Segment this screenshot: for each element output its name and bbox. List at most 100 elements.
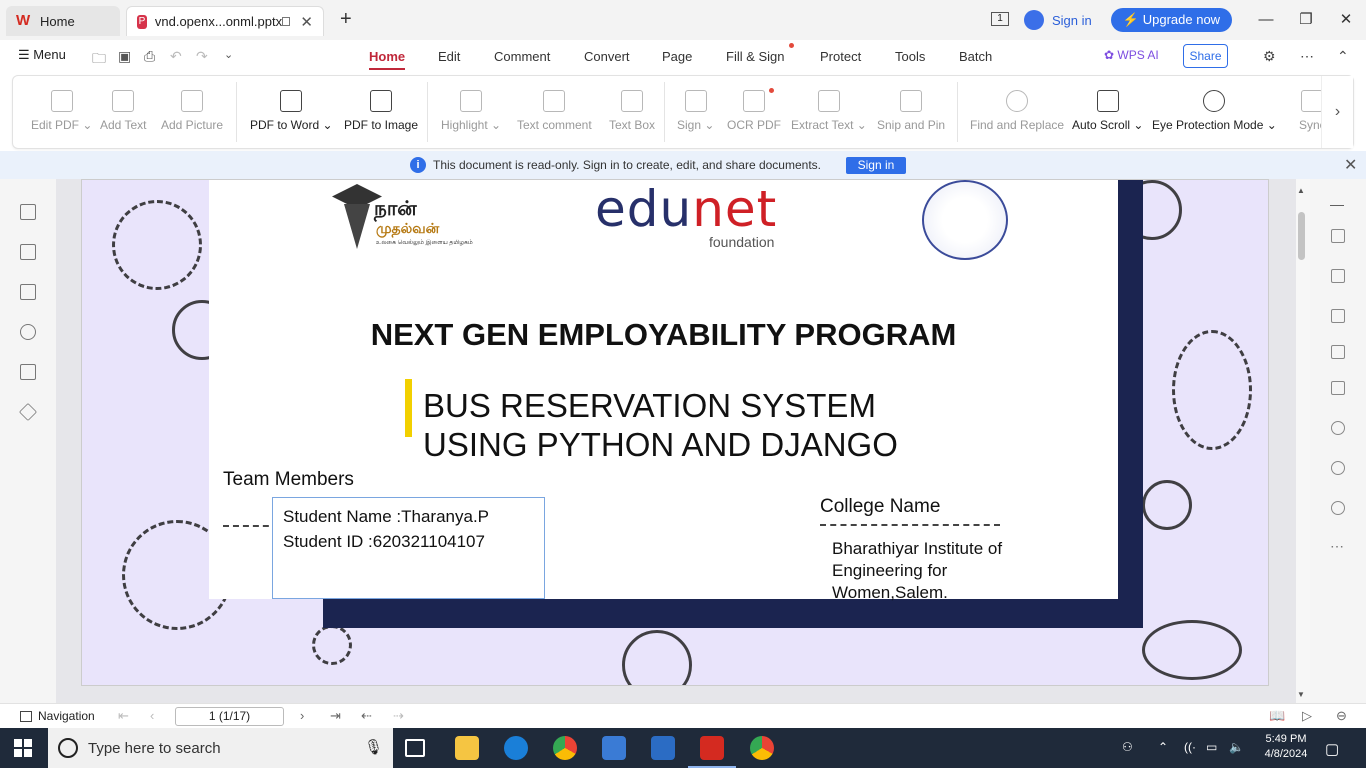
navigation-panel-icon[interactable] <box>20 711 32 722</box>
undo-icon[interactable]: ↶ <box>170 48 182 65</box>
ai-assistant-icon[interactable] <box>1331 501 1345 515</box>
window-count-icon[interactable]: 1 <box>991 12 1009 26</box>
page-number-input[interactable]: 1 (1/17) <box>175 707 284 726</box>
close-window-icon[interactable]: ✕ <box>1323 0 1366 40</box>
share-button[interactable]: Share <box>1183 44 1228 68</box>
save-icon[interactable]: ▣ <box>118 48 131 65</box>
document-icon[interactable] <box>1331 269 1345 283</box>
notifications-icon[interactable]: ▢ <box>1325 740 1339 758</box>
snip-and-pin-button[interactable]: Snip and Pin <box>877 90 945 132</box>
upgrade-button[interactable]: ⚡ Upgrade now <box>1111 8 1232 32</box>
bookmark-icon[interactable] <box>20 204 36 220</box>
first-page-icon[interactable]: ⇤ <box>118 708 129 724</box>
show-hidden-icons-icon[interactable]: ⌃ <box>1158 740 1168 754</box>
close-info-icon[interactable]: ✕ <box>1344 155 1357 175</box>
stamp-icon[interactable] <box>1331 381 1345 395</box>
close-tab-icon[interactable]: ✕ <box>300 13 313 31</box>
columns-icon[interactable] <box>1331 345 1345 359</box>
file-explorer-icon[interactable] <box>455 736 479 760</box>
wps-ai-button[interactable]: ✿ WPS AI <box>1104 48 1159 62</box>
people-icon[interactable]: ⚇ <box>1122 740 1133 754</box>
text-box-button[interactable]: Text Box <box>609 90 655 132</box>
auto-scroll-icon <box>1096 90 1119 112</box>
scroll-down-icon[interactable]: ▼ <box>1297 690 1305 699</box>
microsoft-store-icon[interactable] <box>602 736 626 760</box>
attachment-icon[interactable] <box>20 324 36 340</box>
more-tools-icon[interactable]: ⋯ <box>1330 538 1344 555</box>
ocr-pdf-button[interactable]: OCR PDF <box>727 90 781 132</box>
document-tab[interactable]: P vnd.openx...onml.pptx ✕ <box>126 6 324 36</box>
windows-start-icon[interactable] <box>14 739 32 757</box>
wps-ai-label: WPS AI <box>1117 48 1159 62</box>
edit-icon[interactable] <box>1331 229 1345 243</box>
eye-protection-button[interactable]: Eye Protection Mode ⌄ <box>1152 90 1277 132</box>
chrome-browser-icon[interactable] <box>553 736 577 760</box>
read-mode-icon[interactable]: 📖 <box>1269 708 1285 724</box>
settings-gear-icon[interactable]: ⚙ <box>1263 48 1276 65</box>
open-folder-icon[interactable]: 🗀 <box>92 48 106 72</box>
highlight-button[interactable]: Highlight ⌄ <box>441 90 501 132</box>
sign-in-button[interactable]: Sign in <box>1024 10 1092 30</box>
info-sign-in-button[interactable]: Sign in <box>846 157 906 174</box>
menu-button[interactable]: ☰ Menu <box>18 47 66 63</box>
signature-icon[interactable] <box>20 364 36 380</box>
redo-icon[interactable]: ↷ <box>196 48 208 65</box>
previous-page-icon[interactable]: ‹ <box>150 708 154 723</box>
auto-scroll-button[interactable]: Auto Scroll ⌄ <box>1072 90 1143 132</box>
print-icon[interactable]: ⎙ <box>144 48 155 65</box>
navigation-button[interactable]: Navigation <box>38 709 95 723</box>
thumbnail-icon[interactable] <box>20 244 36 260</box>
next-page-icon[interactable]: › <box>300 708 304 723</box>
pdf-to-image-button[interactable]: PDF to Image <box>344 90 418 132</box>
scrollbar-thumb[interactable] <box>1298 212 1305 260</box>
new-tab-button[interactable]: + <box>340 8 352 31</box>
microphone-icon[interactable]: 🎙 <box>364 738 383 756</box>
battery-icon[interactable]: ▭ <box>1206 740 1217 754</box>
extract-text-button[interactable]: Extract Text ⌄ <box>791 90 867 132</box>
ribbon-scroll-right-icon[interactable]: › <box>1321 76 1353 148</box>
chevron-down-icon[interactable]: ⌄ <box>224 48 233 61</box>
tab-batch[interactable]: Batch <box>959 49 992 64</box>
tab-home[interactable]: Home <box>369 49 406 70</box>
tab-page[interactable]: Page <box>662 49 692 64</box>
tab-convert[interactable]: Convert <box>584 49 630 64</box>
info-icon: i <box>410 157 426 173</box>
help-icon[interactable] <box>1331 461 1345 475</box>
home-tab[interactable]: W Home <box>6 6 120 36</box>
collapse-ribbon-icon[interactable]: ⌃ <box>1337 48 1349 65</box>
wps-office-taskbar-icon[interactable] <box>688 736 736 768</box>
comment-icon[interactable] <box>20 284 36 300</box>
zoom-out-status-icon[interactable]: ⊖ <box>1336 708 1347 724</box>
search-icon[interactable] <box>1331 421 1345 435</box>
find-replace-button[interactable]: Find and Replace <box>970 90 1064 132</box>
edit-pdf-button[interactable]: Edit PDF ⌄ <box>31 90 92 132</box>
volume-icon[interactable]: 🔈 <box>1229 740 1244 754</box>
task-view-icon[interactable] <box>405 739 425 757</box>
tab-layout-icon[interactable] <box>282 17 291 26</box>
edge-browser-icon[interactable] <box>504 736 528 760</box>
network-icon[interactable]: ((· <box>1184 740 1196 754</box>
previous-view-icon[interactable]: ⇠ <box>361 708 372 724</box>
tab-protect[interactable]: Protect <box>820 49 861 64</box>
taskbar-search-box[interactable]: Type here to search 🎙 <box>48 728 393 768</box>
tab-edit[interactable]: Edit <box>438 49 460 64</box>
sign-button[interactable]: Sign ⌄ <box>677 90 714 132</box>
taskbar-clock[interactable]: 5:49 PM 4/8/2024 <box>1258 732 1314 762</box>
sign-pen-icon[interactable] <box>1331 309 1345 323</box>
next-view-icon[interactable]: ⇢ <box>393 708 404 724</box>
play-slideshow-icon[interactable]: ▷ <box>1302 708 1312 724</box>
more-options-icon[interactable]: ⋯ <box>1300 48 1314 65</box>
text-comment-button[interactable]: Text comment <box>517 90 592 132</box>
mail-icon[interactable] <box>651 736 675 760</box>
add-picture-button[interactable]: Add Picture <box>161 90 223 132</box>
zoom-out-icon[interactable]: — <box>1330 196 1344 212</box>
tab-fill-sign[interactable]: Fill & Sign <box>726 49 785 64</box>
menu-bar: ☰ Menu 🗀 ▣ ⎙ ↶ ↷ ⌄ Home Edit Comment Con… <box>0 40 1366 72</box>
pdf-to-word-button[interactable]: PDF to Word ⌄ <box>250 90 333 132</box>
scroll-up-icon[interactable]: ▲ <box>1297 186 1305 195</box>
chrome-profile-icon[interactable] <box>750 736 774 760</box>
add-text-button[interactable]: Add Text <box>100 90 146 132</box>
last-page-icon[interactable]: ⇥ <box>330 708 341 724</box>
tab-tools[interactable]: Tools <box>895 49 925 64</box>
tab-comment[interactable]: Comment <box>494 49 550 64</box>
